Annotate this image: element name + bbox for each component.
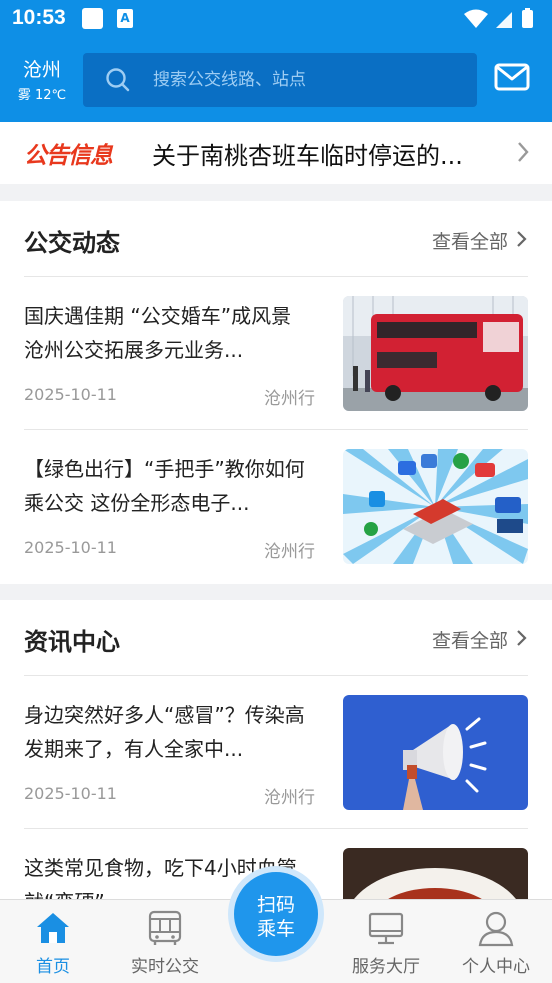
search-input[interactable]	[153, 53, 463, 107]
search-bar[interactable]	[83, 53, 477, 107]
megaphone-photo	[343, 695, 528, 810]
city-weather[interactable]: 沧州 雾 12℃	[14, 58, 70, 103]
news-item[interactable]: 【绿色出行】“手把手”教你如何乘公交 这份全形态电子... 2025-10-11…	[24, 430, 528, 583]
system-status-icons	[464, 8, 533, 28]
notification-icon	[82, 8, 103, 29]
status-time: 10:53	[12, 6, 66, 29]
monitor-icon	[368, 912, 404, 945]
news-title: 身边突然好多人“感冒”？传染高发期来了，有人全家中...	[24, 703, 305, 761]
section-header: 资讯中心 查看全部	[24, 600, 528, 676]
notice-tag: 公告信息	[24, 143, 113, 169]
news-date: 2025-10-11	[24, 784, 117, 803]
city-name: 沧州	[22, 59, 61, 81]
view-all-link[interactable]: 查看全部	[432, 227, 508, 254]
notice-bar[interactable]: 公告信息 关于南桃杏班车临时停运的...	[0, 122, 552, 184]
news-item[interactable]: 身边突然好多人“感冒”？传染高发期来了，有人全家中... 2025-10-11 …	[24, 676, 528, 829]
chevron-right-icon	[517, 630, 527, 646]
tab-label: 服务大厅	[352, 957, 420, 977]
braised-pork-photo	[343, 848, 528, 899]
news-source: 沧州行	[264, 389, 315, 409]
news-title: 国庆遇佳期 “公交婚车”成风景 沧州公交拓展多元业务...	[24, 304, 292, 362]
tab-profile[interactable]: 个人中心	[446, 900, 546, 983]
news-source: 沧州行	[264, 542, 315, 562]
user-icon	[478, 911, 514, 947]
news-title: 【绿色出行】“手把手”教你如何乘公交 这份全形态电子...	[24, 457, 305, 515]
view-all-link[interactable]: 查看全部	[432, 626, 508, 653]
search-icon	[106, 68, 130, 92]
app-notification-icon: A	[117, 9, 133, 28]
chevron-right-icon	[518, 142, 529, 162]
section-title: 公交动态	[24, 229, 120, 257]
mail-icon[interactable]	[494, 62, 530, 92]
bus-payment-illustration	[343, 449, 528, 564]
weather-text: 雾 12℃	[17, 88, 67, 103]
tab-realtime-bus[interactable]: 实时公交	[115, 900, 215, 983]
notice-text: 关于南桃杏班车临时停运的...	[152, 142, 463, 170]
tab-label: 实时公交	[131, 957, 199, 977]
news-item[interactable]: 国庆遇佳期 “公交婚车”成风景 沧州公交拓展多元业务... 2025-10-11…	[24, 277, 528, 430]
chevron-right-icon	[517, 231, 527, 247]
scan-to-ride-button[interactable]: 扫码 乘车	[228, 866, 324, 962]
section-header: 公交动态 查看全部	[24, 201, 528, 277]
home-icon	[37, 913, 69, 943]
red-bus-photo	[343, 296, 528, 411]
tab-label: 个人中心	[462, 957, 530, 977]
tab-home[interactable]: 首页	[3, 900, 103, 983]
news-source: 沧州行	[264, 788, 315, 808]
scan-label-line2: 乘车	[256, 918, 295, 940]
news-date: 2025-10-11	[24, 385, 117, 404]
scan-label-line1: 扫码	[256, 894, 295, 916]
tab-label: 首页	[36, 957, 70, 977]
bus-icon	[148, 910, 182, 945]
news-date: 2025-10-11	[24, 538, 117, 557]
tab-service-hall[interactable]: 服务大厅	[336, 900, 436, 983]
top-header: 沧州 雾 12℃	[0, 38, 552, 122]
bus-news-section: 公交动态 查看全部 国庆遇佳期 “公交婚车”成风景 沧州公交拓展多元业务... …	[0, 201, 552, 584]
section-title: 资讯中心	[24, 628, 120, 656]
info-center-section: 资讯中心 查看全部 身边突然好多人“感冒”？传染高发期来了，有人全家中... 2…	[0, 600, 552, 899]
status-bar: 10:53 A	[0, 0, 552, 38]
